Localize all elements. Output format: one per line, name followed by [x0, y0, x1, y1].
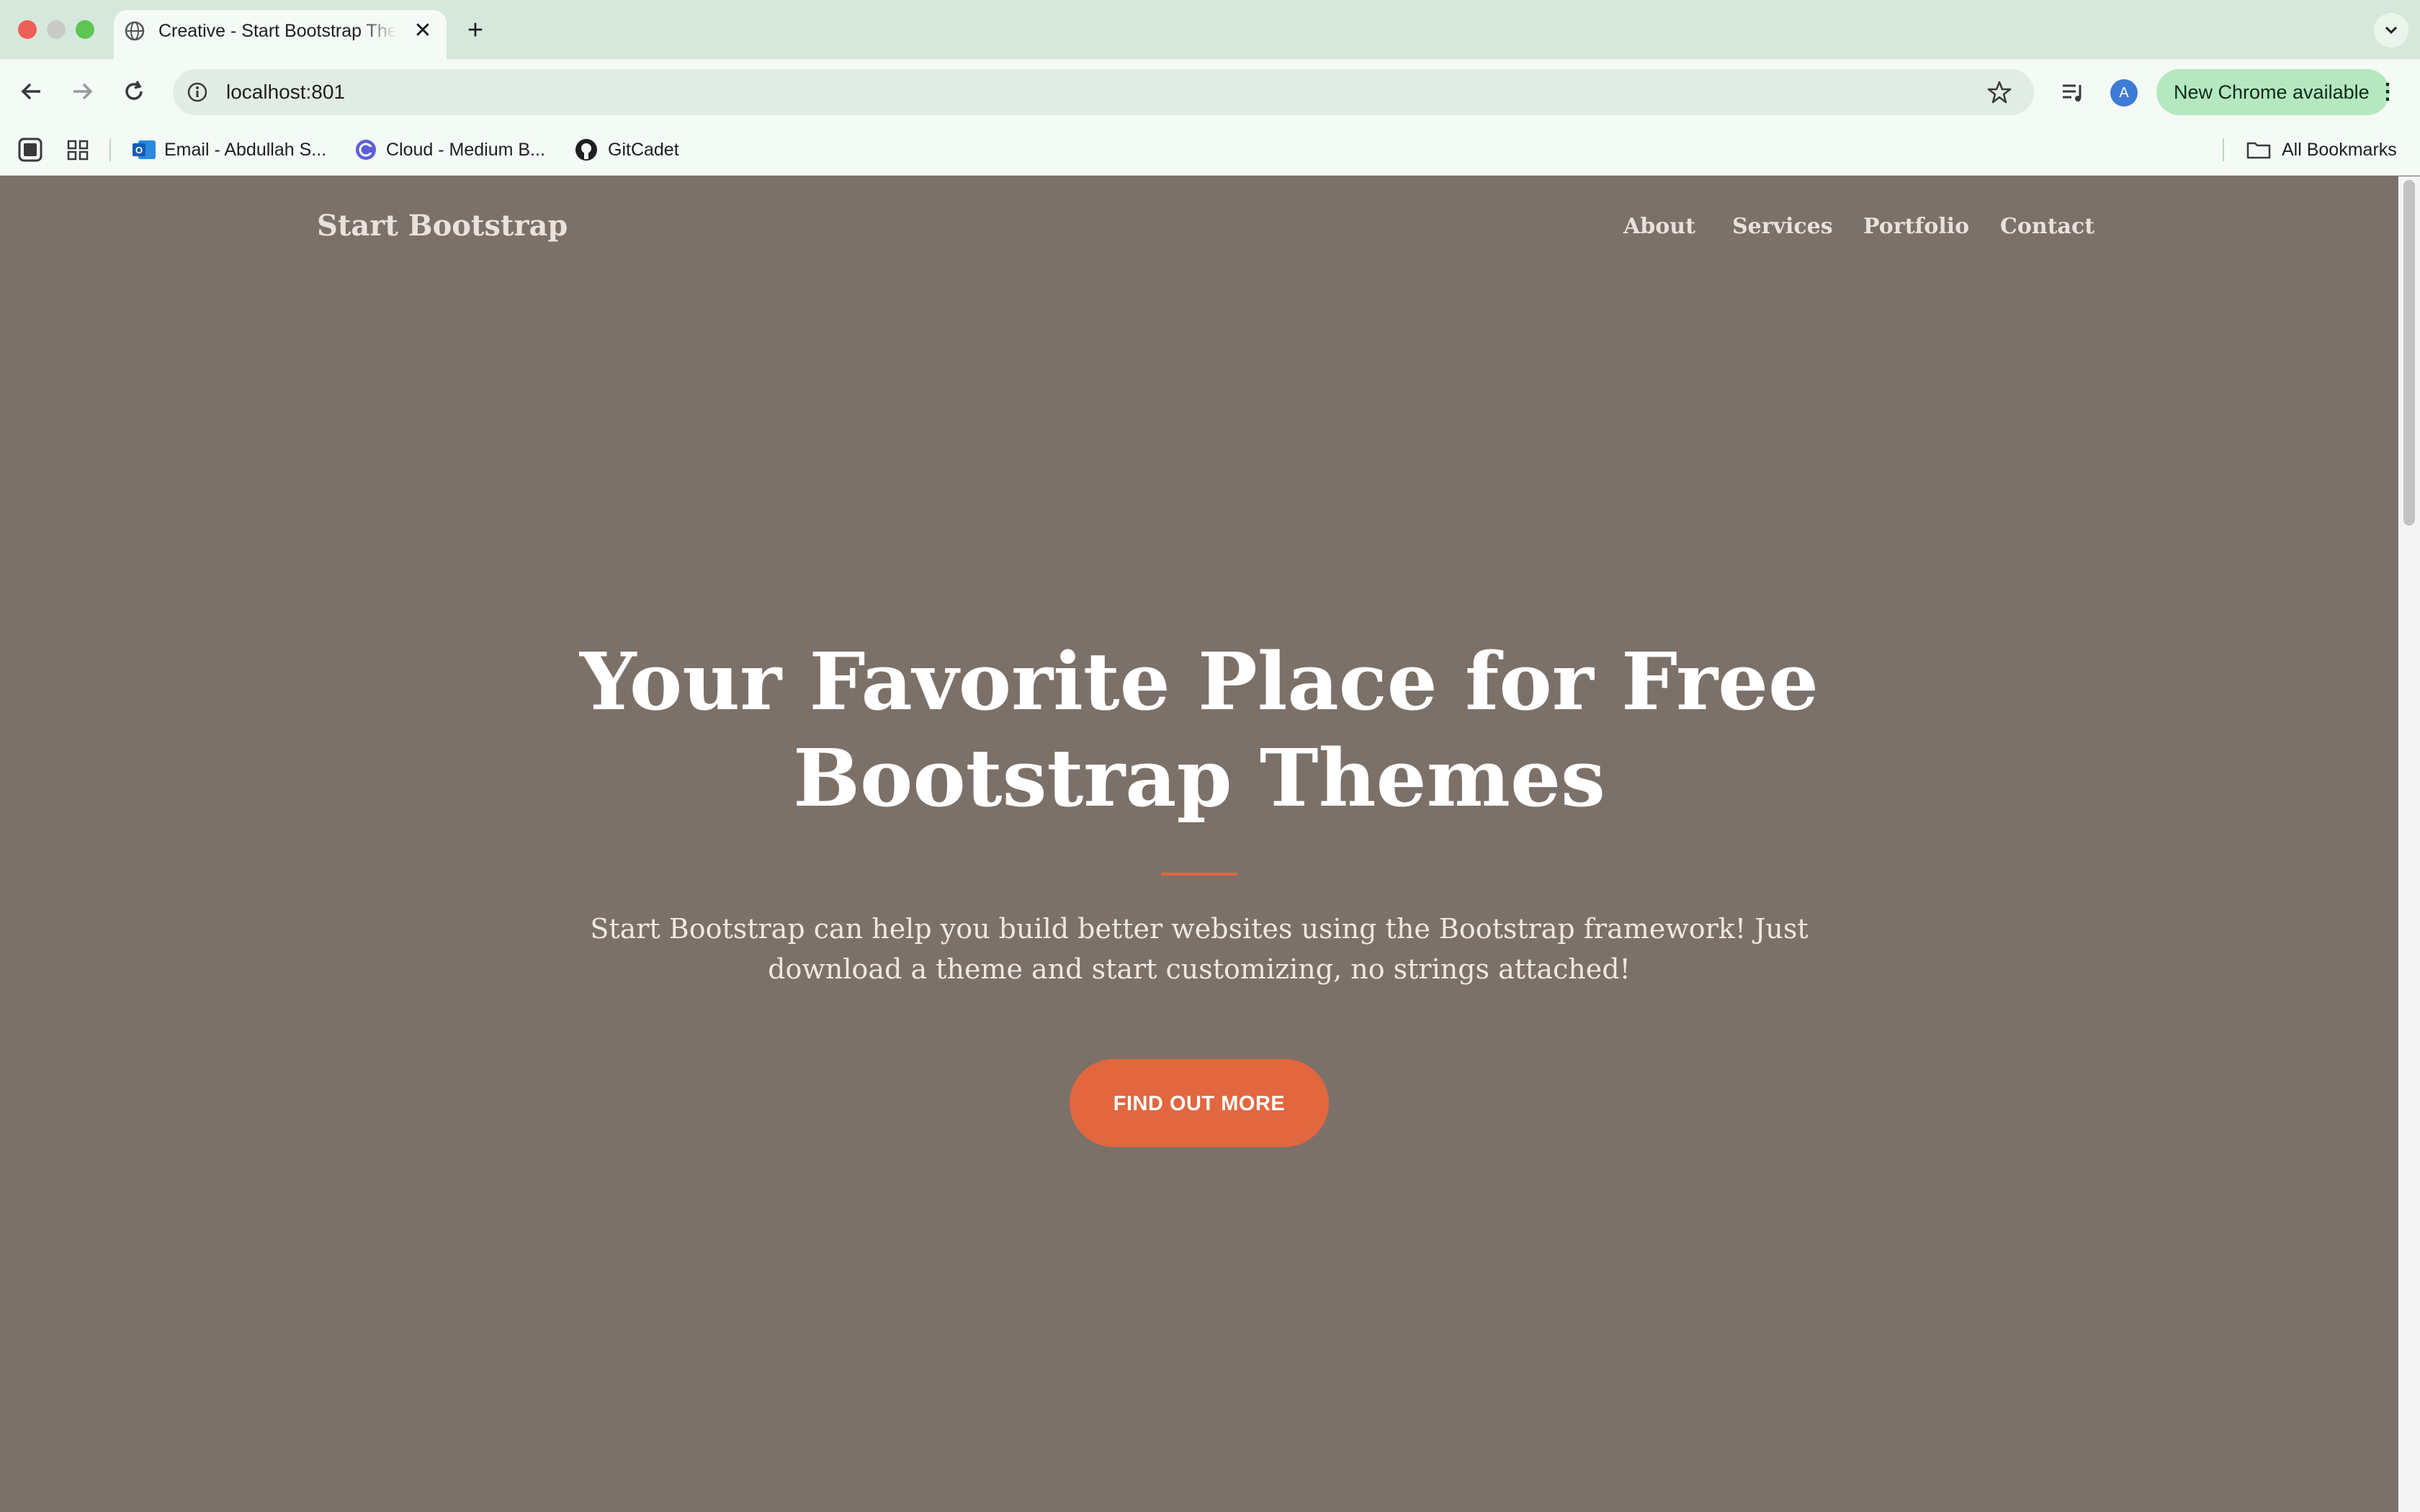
github-icon — [573, 137, 599, 163]
nav-link-contact[interactable]: Contact — [2000, 209, 2094, 245]
page-viewport — [0, 176, 2398, 1512]
profile-avatar[interactable]: A — [2110, 79, 2138, 107]
close-tab-icon[interactable]: ✕ — [411, 19, 435, 43]
back-arrow-icon[interactable] — [19, 78, 45, 104]
close-window-button[interactable] — [18, 20, 37, 39]
nav-link-about[interactable]: About — [1623, 209, 1695, 245]
globe-icon — [124, 20, 145, 42]
tab-title: Creative - Start Bootstrap Theme — [158, 21, 396, 41]
url-text[interactable]: localhost:801 — [226, 78, 345, 107]
address-bar[interactable] — [173, 69, 2034, 115]
scrollbar-thumb[interactable] — [2403, 180, 2415, 526]
more-menu-icon[interactable]: ⋮ — [2377, 78, 2398, 107]
tab-search-button[interactable] — [2374, 13, 2408, 48]
bookmarks-separator — [109, 138, 111, 161]
site-info-icon[interactable] — [186, 81, 209, 104]
svg-text:O: O — [135, 145, 143, 156]
maximize-window-button[interactable] — [76, 20, 94, 39]
reload-icon[interactable] — [121, 78, 147, 104]
hero-subtitle: Start Bootstrap can help you build bette… — [590, 913, 1809, 985]
new-tab-icon[interactable]: + — [461, 16, 490, 45]
media-controls-icon[interactable] — [2060, 79, 2086, 105]
find-out-more-button[interactable]: FIND OUT MORE — [1070, 1059, 1329, 1147]
apps-grid-icon[interactable] — [65, 137, 91, 163]
forward-arrow-icon[interactable] — [69, 78, 95, 104]
bookmark-cloud[interactable]: Cloud - Medium B... — [386, 135, 545, 164]
cloud-icon — [353, 137, 379, 163]
bookmark-star-icon[interactable] — [1986, 79, 2012, 105]
update-label: New Chrome available — [2174, 81, 2370, 103]
all-bookmarks[interactable]: All Bookmarks — [2282, 135, 2397, 164]
outlook-icon: O — [131, 137, 157, 163]
bookmark-gitcadet[interactable]: GitCadet — [608, 135, 679, 164]
navbar-brand[interactable]: Start Bootstrap — [317, 206, 568, 246]
hero-title: Your Favorite Place for Free Bootstrap T… — [579, 635, 1819, 824]
minimize-window-button[interactable] — [47, 20, 66, 39]
folder-icon — [2246, 137, 2272, 163]
chevron-down-icon — [2385, 26, 2398, 35]
nav-link-portfolio[interactable]: Portfolio — [1863, 209, 1969, 245]
sidebar-toggle-icon[interactable] — [17, 137, 43, 163]
nav-link-services[interactable]: Services — [1732, 209, 1833, 245]
hero-divider — [1161, 873, 1237, 876]
bookmark-email[interactable]: Email - Abdullah S... — [164, 135, 326, 164]
bookmarks-separator-right — [2223, 138, 2224, 161]
